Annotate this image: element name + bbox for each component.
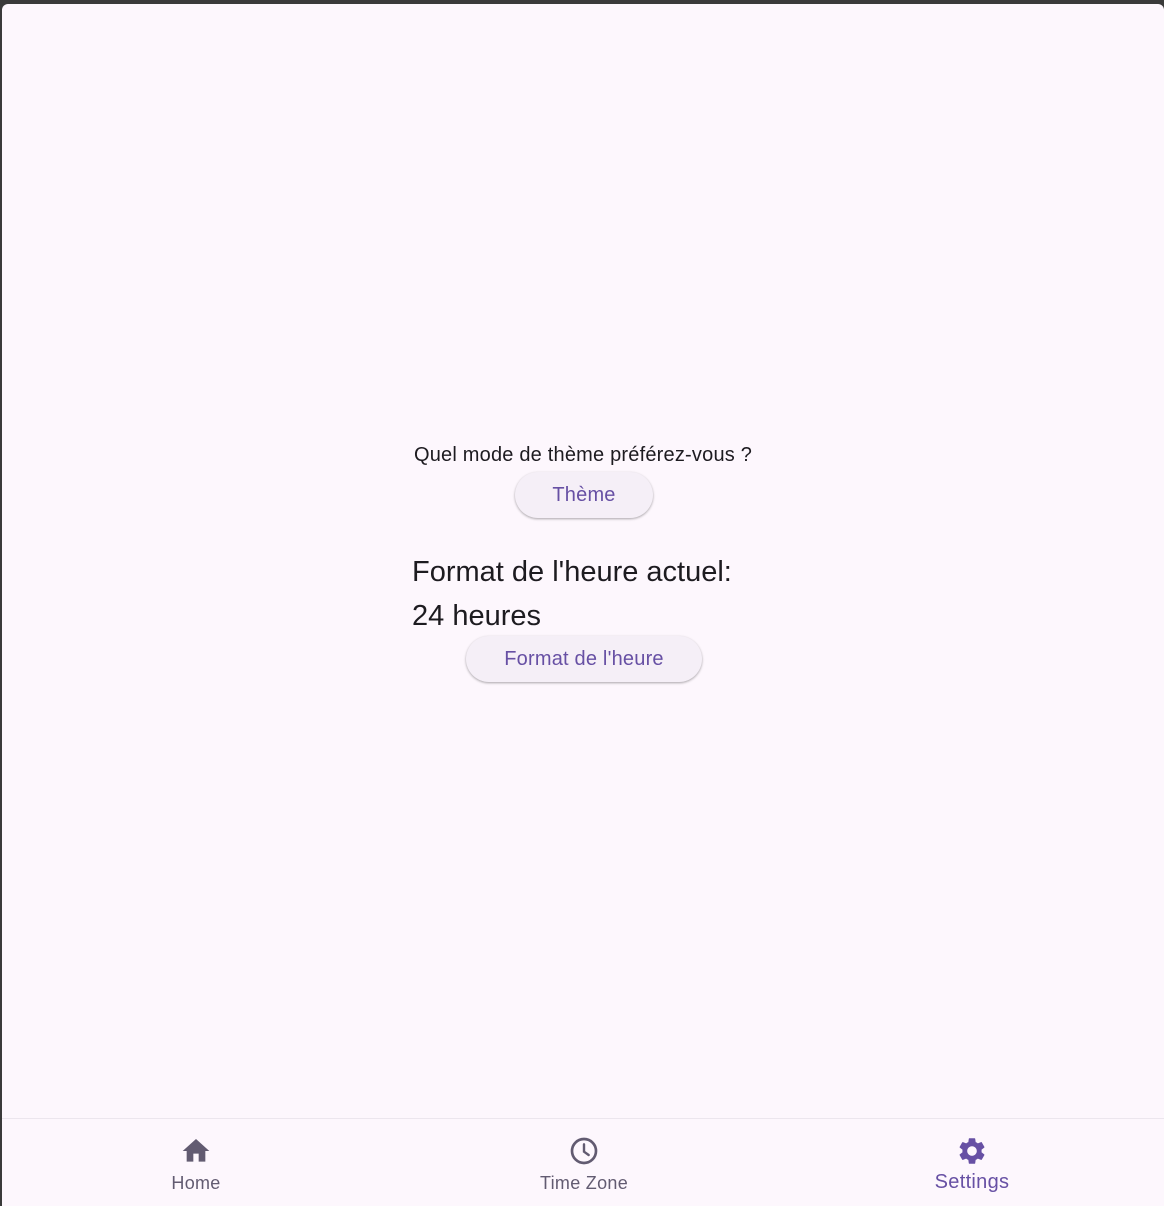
time-format-button[interactable]: Format de l'heure [466, 636, 702, 682]
nav-item-label: Settings [934, 1171, 1010, 1193]
home-icon [182, 1139, 210, 1162]
clock-icon [570, 1137, 598, 1165]
time-format-label: Format de l'heure actuel: [412, 556, 732, 588]
nav-item-settings[interactable]: Settings [778, 1119, 1164, 1206]
nav-item-home[interactable]: Home [2, 1119, 390, 1206]
bottom-navigation-bar: Home Time Zone Settings [2, 1118, 1164, 1206]
gear-icon [959, 1138, 985, 1164]
nav-item-label: Time Zone [539, 1173, 629, 1193]
nav-item-label: Home [171, 1173, 221, 1193]
theme-question: Quel mode de thème préférez-vous ? [413, 444, 753, 466]
time-format-info: Format de l'heure actuel: 24 heures [412, 550, 732, 638]
settings-page: Quel mode de thème préférez-vous ? Thème… [2, 4, 1164, 1118]
time-format-value: 24 heures [412, 600, 541, 632]
app-window: Quel mode de thème préférez-vous ? Thème… [2, 4, 1164, 1206]
nav-item-time-zone[interactable]: Time Zone [390, 1119, 778, 1206]
theme-button[interactable]: Thème [515, 472, 653, 518]
